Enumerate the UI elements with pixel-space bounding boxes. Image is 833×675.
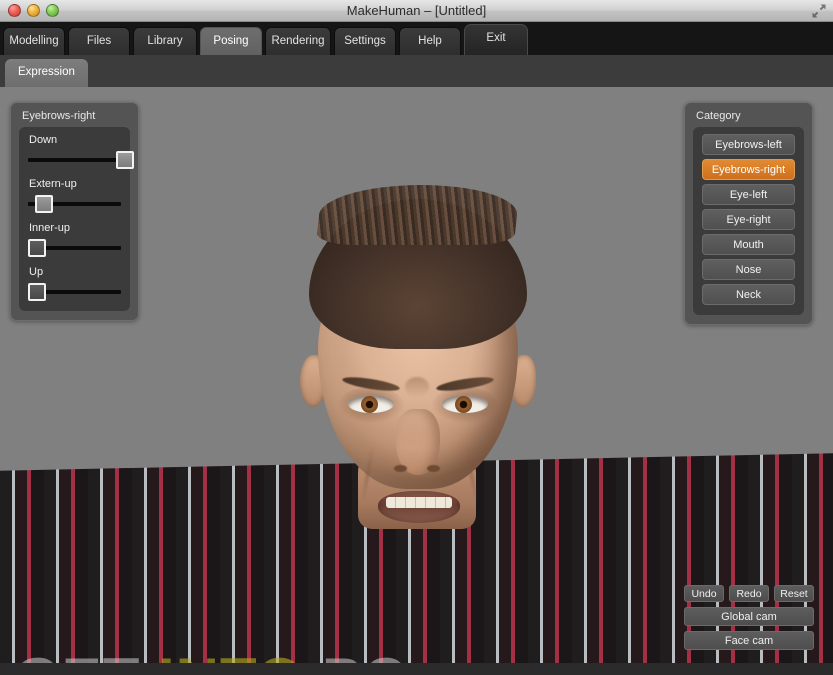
tab-expression[interactable]: Expression [5, 59, 88, 87]
tab-help[interactable]: Help [399, 27, 461, 55]
model-mouth [378, 491, 460, 523]
tab-posing[interactable]: Posing [200, 27, 262, 55]
tab-files[interactable]: Files [68, 27, 130, 55]
tab-library[interactable]: Library [133, 27, 197, 55]
main-tab-bar: Modelling Files Library Posing Rendering… [0, 22, 833, 55]
slider-handle-down[interactable] [116, 151, 134, 169]
slider-track [28, 158, 121, 162]
slider-extern-up[interactable] [28, 195, 121, 213]
category-mouth[interactable]: Mouth [702, 234, 795, 255]
sub-tab-bar: Expression [0, 55, 833, 87]
tab-settings[interactable]: Settings [334, 27, 396, 55]
eyebrows-right-slider-panel: Eyebrows-right Down Extern-up Inner-up U… [10, 102, 139, 321]
slider-handle-extern-up[interactable] [35, 195, 53, 213]
face-cam-button[interactable]: Face cam [684, 631, 814, 650]
makehuman-window: MakeHuman – [Untitled] Modelling Files L… [0, 0, 833, 675]
model-nostril-left [394, 465, 407, 472]
slider-down[interactable] [28, 151, 134, 169]
global-cam-button[interactable]: Global cam [684, 607, 814, 626]
model-teeth [386, 497, 452, 508]
tab-modelling[interactable]: Modelling [3, 27, 65, 55]
model-iris-left [361, 396, 378, 413]
left-panel-title: Eyebrows-right [22, 110, 96, 122]
category-eye-left[interactable]: Eye-left [702, 184, 795, 205]
title-bar: MakeHuman – [Untitled] [0, 0, 833, 22]
viewport-controls: Undo Redo Reset Global cam Face cam [684, 585, 814, 655]
category-eyebrows-right[interactable]: Eyebrows-right [702, 159, 795, 180]
undo-button[interactable]: Undo [684, 585, 724, 602]
slider-label-down: Down [29, 134, 58, 146]
tab-exit[interactable]: Exit [464, 24, 528, 55]
category-neck[interactable]: Neck [702, 284, 795, 305]
category-eyebrows-left[interactable]: Eyebrows-left [702, 134, 795, 155]
tab-rendering[interactable]: Rendering [265, 27, 331, 55]
category-panel: Category Eyebrows-left Eyebrows-right Ey… [684, 102, 813, 325]
category-panel-title: Category [696, 110, 741, 122]
slider-label-inner-up: Inner-up [29, 222, 70, 234]
slider-up[interactable] [28, 283, 121, 301]
redo-button[interactable]: Redo [729, 585, 769, 602]
model-brow-furrow [405, 377, 429, 397]
category-eye-right[interactable]: Eye-right [702, 209, 795, 230]
model-nostril-right [427, 465, 440, 472]
model-hair [309, 199, 527, 349]
model-eye-left [348, 395, 394, 413]
slider-label-extern-up: Extern-up [29, 178, 77, 190]
fullscreen-arrows-icon[interactable] [811, 3, 827, 19]
category-nose[interactable]: Nose [702, 259, 795, 280]
window-title: MakeHuman – [Untitled] [346, 3, 487, 18]
model-eye-right [442, 395, 488, 413]
slider-handle-up[interactable] [28, 283, 46, 301]
undo-redo-reset-row: Undo Redo Reset [684, 585, 814, 602]
category-button-group: Eyebrows-left Eyebrows-right Eye-left Ey… [693, 127, 804, 315]
slider-label-up: Up [29, 266, 44, 278]
reset-button[interactable]: Reset [774, 585, 814, 602]
model-iris-right [455, 396, 472, 413]
window-bottom-edge [0, 663, 833, 675]
slider-group: Down Extern-up Inner-up Up [19, 127, 134, 311]
slider-handle-inner-up[interactable] [28, 239, 46, 257]
slider-inner-up[interactable] [28, 239, 121, 257]
